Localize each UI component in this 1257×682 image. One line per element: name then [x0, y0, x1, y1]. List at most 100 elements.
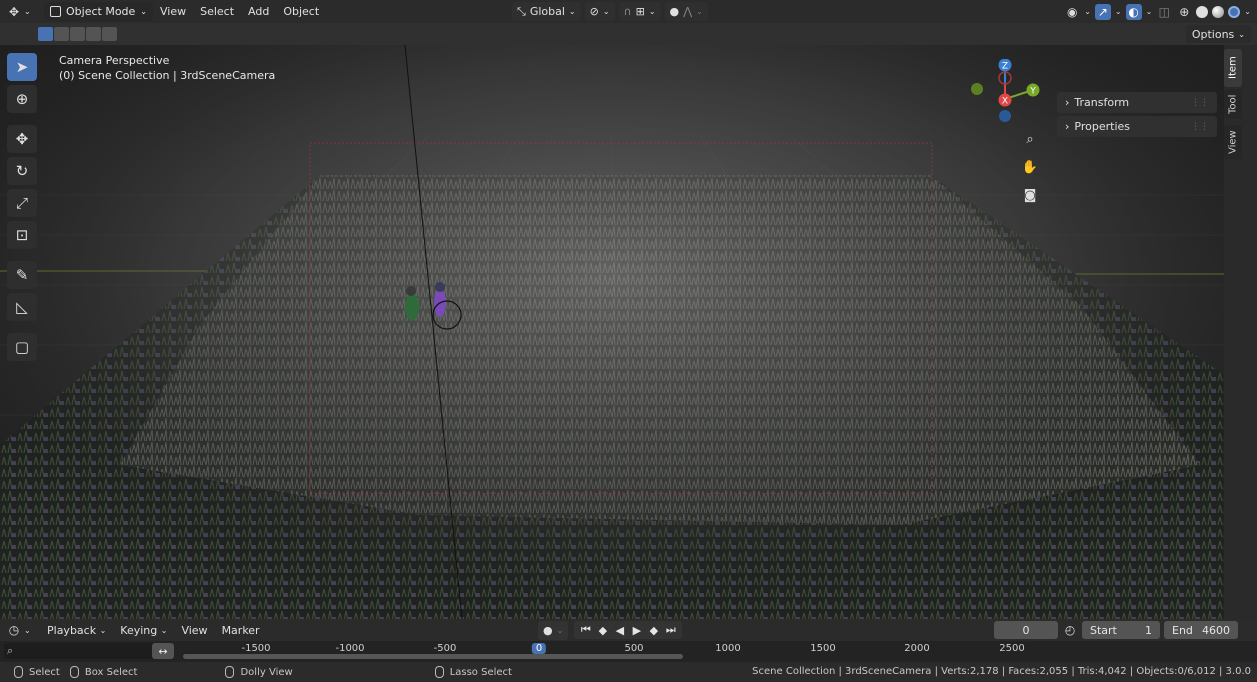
hint-dolly-view-label: Dolly View: [240, 666, 293, 678]
select-extend-icon[interactable]: [54, 27, 69, 41]
rotate-tool[interactable]: ↻: [7, 157, 37, 185]
snap-toggle[interactable]: ∩ ⊞ ⌄: [618, 2, 661, 21]
chevron-right-icon: ›: [1065, 96, 1070, 109]
overlays-toggle-icon[interactable]: ◐: [1125, 3, 1142, 20]
add-cube-tool[interactable]: ▢: [7, 333, 37, 361]
scale-tool[interactable]: ⤢: [7, 189, 37, 217]
current-frame-field[interactable]: 0: [994, 621, 1058, 639]
view-nav-buttons: ⌕ ✋ ◙: [1020, 129, 1040, 205]
chevron-down-icon: ⌄: [1238, 29, 1245, 39]
select-invert-icon[interactable]: [86, 27, 101, 41]
menu-marker[interactable]: Marker: [215, 619, 267, 641]
pan-hand-icon[interactable]: ✋: [1020, 157, 1040, 177]
ruler-tick: -500: [433, 643, 457, 654]
swap-icon[interactable]: ↔: [152, 643, 174, 659]
visibility-eye-icon[interactable]: ◉: [1064, 4, 1080, 20]
crosshair-icon: ⊕: [15, 90, 29, 108]
menu-select[interactable]: Select: [193, 0, 241, 23]
frame-start-field[interactable]: Start 1: [1082, 621, 1160, 639]
tab-item[interactable]: Item: [1224, 49, 1242, 87]
mode-label: Object Mode: [66, 5, 136, 18]
pencil-icon: ✎: [15, 266, 29, 284]
select-subtract-icon[interactable]: [70, 27, 85, 41]
annotate-tool[interactable]: ✎: [7, 261, 37, 289]
next-keyframe-icon[interactable]: ◆: [646, 624, 661, 637]
tool-settings-bar: Options ⌄: [0, 23, 1257, 45]
gizmo-toggle-icon[interactable]: ↗: [1094, 3, 1111, 20]
wireframe-shading-icon[interactable]: ⊕: [1176, 4, 1192, 20]
chevron-down-icon: ⌄: [556, 625, 564, 635]
frame-end-field[interactable]: End 4600: [1164, 621, 1238, 639]
timeline-editor-type-button[interactable]: ◷ ⌄: [6, 621, 40, 640]
timeline-search-input[interactable]: ⌕: [4, 643, 174, 659]
rendered-shading-icon[interactable]: [1228, 5, 1241, 18]
editor-type-button[interactable]: ✥ ⌄: [6, 2, 40, 21]
3d-viewport[interactable]: Camera Perspective (0) Scene Collection …: [0, 45, 1224, 619]
current-frame-marker[interactable]: 0: [531, 643, 547, 654]
select-new-icon[interactable]: [38, 27, 53, 41]
transform-tool[interactable]: ⊡: [7, 221, 37, 249]
zoom-icon[interactable]: ⌕: [1020, 129, 1040, 149]
xray-toggle-icon[interactable]: ◫: [1156, 4, 1172, 20]
menu-timeline-view[interactable]: View: [174, 619, 214, 641]
viewport-header: ✥ ⌄ Object Mode ⌄ View Select Add Object…: [0, 0, 1257, 23]
options-dropdown[interactable]: Options ⌄: [1185, 25, 1251, 43]
select-intersect-icon[interactable]: [102, 27, 117, 41]
z-axis-label: Z: [1002, 62, 1008, 72]
status-bar: Select Box Select Dolly View Lasso Selec…: [0, 662, 1257, 682]
tab-tool[interactable]: Tool: [1224, 89, 1242, 119]
solid-shading-icon[interactable]: [1196, 5, 1209, 18]
transform-icon: ⊡: [15, 226, 29, 244]
x-axis-label: X: [1002, 97, 1008, 107]
stopwatch-icon[interactable]: ◴: [1062, 622, 1078, 638]
drag-grip-icon[interactable]: ⋮⋮: [1191, 98, 1209, 108]
cursor-tool[interactable]: ⊕: [7, 85, 37, 113]
pivot-icon: ⊘: [589, 5, 599, 18]
ruler-tick: 1000: [715, 643, 741, 654]
auto-keying-toggle[interactable]: ● ⌄: [538, 620, 569, 640]
hint-box-select-label: Box Select: [84, 666, 138, 678]
drag-grip-icon[interactable]: ⋮⋮: [1191, 122, 1209, 132]
ruler-icon: ◺: [16, 298, 28, 316]
timeline-area[interactable]: ⌕ ↔ -1500 -1000 -500 0 500 1000 1500 200…: [0, 641, 1257, 662]
timeline-scrollbar[interactable]: [183, 654, 683, 659]
measure-tool[interactable]: ◺: [7, 293, 37, 321]
jump-end-icon[interactable]: ⏭: [663, 623, 678, 637]
ruler-tick: -1000: [335, 643, 365, 654]
chevron-down-icon: ⌄: [1244, 7, 1251, 16]
play-reverse-icon[interactable]: ◀: [612, 624, 627, 637]
tab-view[interactable]: View: [1224, 125, 1242, 159]
frame-end-value: 4600: [1202, 623, 1230, 637]
transform-orientation-selector[interactable]: ⤡ Global ⌄: [512, 2, 581, 21]
material-shading-icon[interactable]: [1212, 5, 1225, 18]
magnet-icon: ∩: [623, 5, 632, 18]
menu-playback[interactable]: Playback ⌄: [40, 619, 113, 641]
select-box-tool[interactable]: ➤: [7, 53, 37, 81]
menu-object[interactable]: Object: [276, 0, 326, 23]
proportional-editing-toggle[interactable]: ● ⋀ ⌄: [664, 2, 708, 21]
object-mode-icon: [50, 6, 61, 17]
mode-selector[interactable]: Object Mode ⌄: [44, 2, 153, 21]
menu-keying[interactable]: Keying ⌄: [113, 619, 174, 641]
selection-mode-group: [38, 27, 117, 41]
menu-add[interactable]: Add: [241, 0, 276, 23]
prev-keyframe-icon[interactable]: ◆: [595, 624, 610, 637]
menu-view[interactable]: View: [153, 0, 193, 23]
move-tool[interactable]: ✥: [7, 125, 37, 153]
chevron-down-icon: ⌄: [24, 625, 31, 635]
play-icon[interactable]: ▶: [629, 624, 644, 637]
camera-view-icon[interactable]: ◙: [1020, 185, 1040, 205]
ruler-tick: 2000: [904, 643, 930, 654]
view-name-label: Camera Perspective: [59, 54, 170, 67]
panel-transform[interactable]: › Transform ⋮⋮: [1057, 92, 1217, 113]
jump-start-icon[interactable]: ⏮: [578, 623, 593, 637]
falloff-icon: ⋀: [683, 5, 693, 18]
chevron-down-icon: ⌄: [1084, 7, 1091, 16]
panel-properties[interactable]: › Properties ⋮⋮: [1057, 116, 1217, 137]
mouse-middle-icon: [225, 666, 235, 678]
chevron-down-icon: ⌄: [648, 7, 656, 16]
pivot-point-selector[interactable]: ⊘ ⌄: [584, 2, 615, 21]
move-arrows-icon: ✥: [15, 130, 29, 148]
navigation-gizmo[interactable]: Z Y X: [963, 59, 1043, 129]
tool-shelf: ➤ ⊕ ✥ ↻ ⤢ ⊡ ✎ ◺ ▢: [7, 53, 37, 361]
